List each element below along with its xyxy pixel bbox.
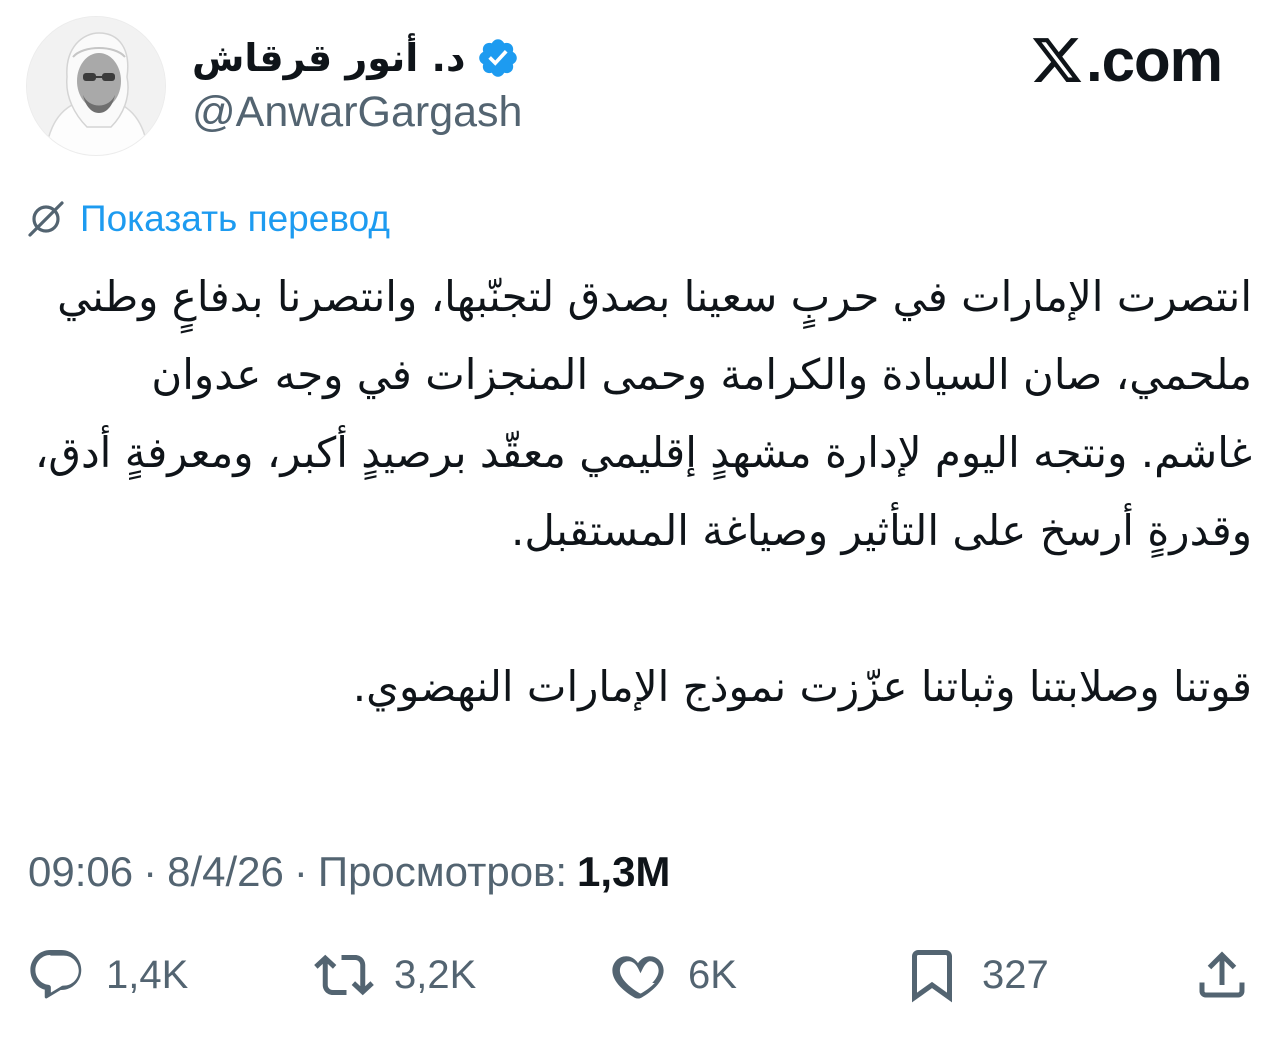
reply-icon — [26, 945, 86, 1005]
heart-icon — [608, 945, 668, 1005]
verified-badge-icon — [476, 36, 520, 80]
reply-count: 1,4K — [106, 952, 189, 997]
user-handle[interactable]: @AnwarGargash — [192, 88, 522, 137]
bookmark-button[interactable]: 327 — [902, 940, 1049, 1010]
name-row[interactable]: د. أنور قرقاش — [192, 28, 520, 88]
meta-separator: · — [293, 848, 308, 895]
tweet-paragraph: قوتنا وصلابتنا وثباتنا عزّزت نموذج الإما… — [352, 662, 1252, 711]
avatar-portrait — [27, 17, 165, 155]
tweet-actions-bar: 1,4K 3,2K 6K 327 — [0, 940, 1280, 1010]
tweet-text: انتصرت الإمارات في حربٍ سعينا بصدق لتجنّ… — [28, 258, 1252, 726]
repost-icon — [314, 945, 374, 1005]
meta-separator: · — [143, 848, 158, 895]
x-logo-icon — [1030, 33, 1084, 87]
tweet-paragraph: انتصرت الإمارات في حربٍ سعينا بصدق لتجنّ… — [34, 272, 1252, 555]
repost-button[interactable]: 3,2K — [314, 940, 476, 1010]
translate-icon — [24, 197, 68, 241]
share-icon — [1192, 945, 1252, 1005]
bookmark-count: 327 — [982, 952, 1049, 997]
tweet-metadata: 09:06 · 8/4/26 · Просмотров: 1,3M — [28, 846, 670, 898]
show-translation-button[interactable]: Показать перевод — [24, 196, 390, 242]
tweet-header: د. أنور قرقاش @AnwarGargash .com — [0, 0, 1280, 170]
site-name: .com — [1085, 27, 1223, 94]
avatar[interactable] — [26, 16, 166, 156]
views-label: Просмотров: — [317, 848, 568, 895]
like-button[interactable]: 6K — [608, 940, 737, 1010]
views-count: 1,3M — [577, 848, 671, 895]
bookmark-icon — [902, 945, 962, 1005]
display-name[interactable]: د. أنور قرقاش — [192, 36, 466, 80]
x-site-logo: .com — [1030, 26, 1223, 95]
tweet-time[interactable]: 09:06 — [28, 848, 133, 896]
show-translation-label[interactable]: Показать перевод — [80, 198, 390, 240]
repost-count: 3,2K — [394, 952, 477, 997]
reply-button[interactable]: 1,4K — [26, 940, 188, 1010]
tweet-date[interactable]: 8/4/26 — [167, 848, 284, 896]
share-button[interactable] — [1192, 940, 1252, 1010]
like-count: 6K — [688, 952, 737, 997]
